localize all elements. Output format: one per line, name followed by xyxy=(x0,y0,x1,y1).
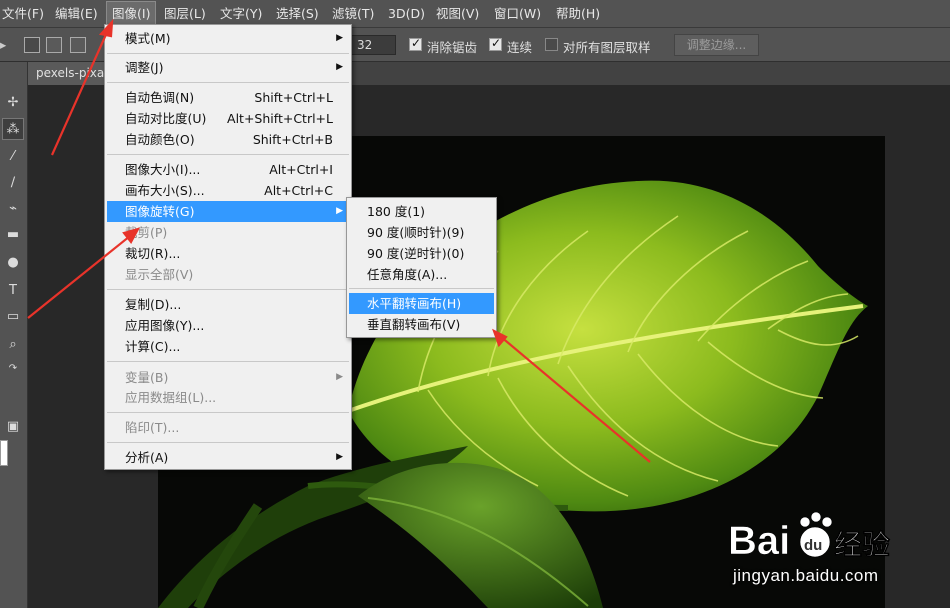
submenu-arrow-icon: ▶ xyxy=(336,372,343,382)
menu-item-canvas-size[interactable]: 画布大小(S)... Alt+Ctrl+C xyxy=(107,180,349,201)
submenu-arrow-icon: ▶ xyxy=(336,62,343,72)
menu-help[interactable]: 帮助(H) xyxy=(556,0,600,28)
menu-item-rotate-90-ccw[interactable]: 90 度(逆时针)(0) xyxy=(349,243,494,264)
zoom-tool-icon[interactable]: ⌕ xyxy=(2,334,24,356)
menu-window[interactable]: 窗口(W) xyxy=(494,0,541,28)
menu-item-reveal-all: 显示全部(V) xyxy=(125,267,194,282)
type-tool-icon[interactable]: T xyxy=(2,280,24,302)
options-dropdown-arrow-icon[interactable]: ▸ xyxy=(0,37,6,52)
image-menu: 模式(M) ▶ 调整(J) ▶ 自动色调(N) Shift+Ctrl+L 自动对比度(… xyxy=(104,24,352,470)
brush-tool-icon[interactable]: ∕ xyxy=(2,172,24,194)
add-selection-icon[interactable] xyxy=(46,37,62,53)
menu-item-mode[interactable]: 模式(M) ▶ xyxy=(107,28,349,49)
menu-item-duplicate[interactable]: 复制(D)... xyxy=(107,294,349,315)
menu-item-apply-data-set: 应用数据组(L)... xyxy=(125,390,217,405)
svg-text:经验: 经验 xyxy=(834,528,890,561)
menu-item-apply-image[interactable]: 应用图像(Y)... xyxy=(107,315,349,336)
menu-3d[interactable]: 3D(D) xyxy=(388,0,425,28)
refine-edge-button[interactable]: 调整边缘... xyxy=(674,34,759,56)
watermark-url: jingyan.baidu.com xyxy=(733,566,879,585)
foreground-color-swatch[interactable] xyxy=(0,440,8,466)
submenu-arrow-icon: ▶ xyxy=(336,33,343,43)
menu-item-auto-contrast[interactable]: 自动对比度(U) Alt+Shift+Ctrl+L xyxy=(107,108,349,129)
menu-item-image-size[interactable]: 图像大小(I)... Alt+Ctrl+I xyxy=(107,159,349,180)
baidu-jingyan-logo: Bai 经验 du xyxy=(728,511,890,563)
document-tab[interactable]: pexels-pixab xyxy=(28,62,108,85)
menu-item-variables: 变量(B) ▶ xyxy=(107,367,349,388)
screen-mode-icon[interactable]: ▣ xyxy=(2,416,24,438)
eyedropper-tool-icon[interactable]: ⁄ xyxy=(2,146,24,168)
menu-item-flip-canvas-horizontal[interactable]: 水平翻转画布(H) xyxy=(349,293,494,314)
menu-item-rotate-180[interactable]: 180 度(1) xyxy=(349,201,494,222)
menu-item-adjustments[interactable]: 调整(J) ▶ xyxy=(107,57,349,78)
menu-item-trap: 陷印(T)... xyxy=(125,420,180,435)
magic-wand-tool-icon[interactable]: ⁂ xyxy=(2,118,24,140)
sample-all-layers-checkbox[interactable] xyxy=(545,38,558,51)
menu-file[interactable]: 文件(F) xyxy=(2,0,44,28)
menu-item-auto-color[interactable]: 自动颜色(O) Shift+Ctrl+B xyxy=(107,129,349,150)
swap-colors-icon[interactable]: ↷ xyxy=(2,358,24,380)
menu-item-crop: 裁剪(P) xyxy=(125,225,168,240)
move-tool-icon[interactable]: ✢ xyxy=(2,92,24,114)
menu-item-analysis[interactable]: 分析(A) ▶ xyxy=(107,447,349,468)
submenu-arrow-icon: ▶ xyxy=(336,206,343,216)
dodge-tool-icon[interactable]: ● xyxy=(2,252,24,274)
menu-edit[interactable]: 编辑(E) xyxy=(55,0,98,28)
new-selection-icon[interactable] xyxy=(24,37,40,53)
svg-text:du: du xyxy=(804,537,822,554)
sample-all-layers-label: 对所有图层取样 xyxy=(563,40,651,55)
menu-item-flip-canvas-vertical[interactable]: 垂直翻转画布(V) xyxy=(349,314,494,335)
antialias-checkbox[interactable] xyxy=(409,36,422,51)
gradient-tool-icon[interactable]: ▬ xyxy=(2,224,24,246)
menu-item-calculations[interactable]: 计算(C)... xyxy=(107,336,349,357)
contiguous-checkbox[interactable] xyxy=(489,36,502,51)
history-brush-tool-icon[interactable]: ⌁ xyxy=(2,198,24,220)
menu-item-auto-tone[interactable]: 自动色调(N) Shift+Ctrl+L xyxy=(107,87,349,108)
menu-view[interactable]: 视图(V) xyxy=(436,0,479,28)
antialias-label: 消除锯齿 xyxy=(427,40,478,55)
menu-item-image-rotation[interactable]: 图像旋转(G) ▶ xyxy=(107,201,349,222)
subtract-selection-icon[interactable] xyxy=(70,37,86,53)
submenu-arrow-icon: ▶ xyxy=(336,452,343,462)
menu-item-arbitrary-angle[interactable]: 任意角度(A)... xyxy=(349,264,494,285)
menu-item-rotate-90-cw[interactable]: 90 度(顺时针)(9) xyxy=(349,222,494,243)
menu-item-trim[interactable]: 裁切(R)... xyxy=(107,243,349,264)
svg-text:Bai: Bai xyxy=(728,519,790,563)
image-rotation-submenu: 180 度(1) 90 度(顺时针)(9) 90 度(逆时针)(0) 任意角度(… xyxy=(346,197,497,338)
toolbox: ✢ ⁂ ⁄ ∕ ⌁ ▬ ● T ▭ ⌕ ↷ ▣ xyxy=(0,62,28,608)
tolerance-input[interactable]: 32 xyxy=(350,35,396,55)
contiguous-label: 连续 xyxy=(507,40,533,55)
rectangle-tool-icon[interactable]: ▭ xyxy=(2,306,24,328)
